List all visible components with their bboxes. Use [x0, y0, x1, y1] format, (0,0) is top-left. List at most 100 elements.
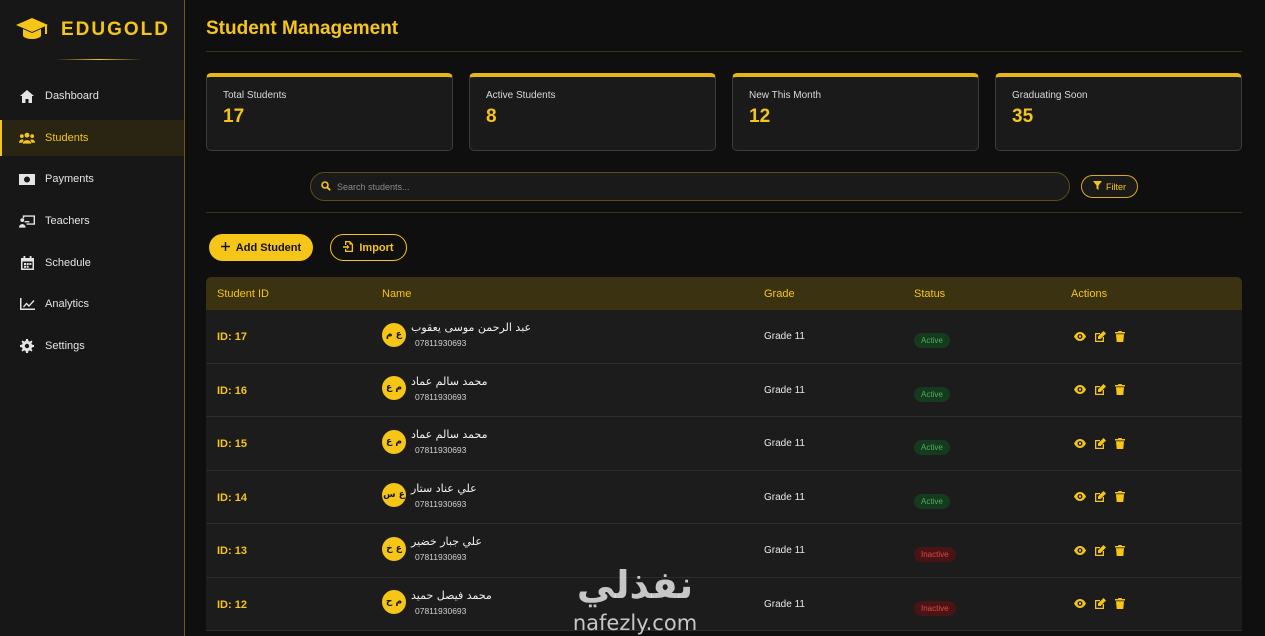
edit-icon[interactable] [1094, 437, 1106, 449]
teacher-icon [19, 213, 35, 229]
sidebar-item-teachers[interactable]: Teachers [0, 203, 184, 239]
table-header: Student ID Name Grade Status Actions [206, 277, 1242, 310]
edit-icon[interactable] [1094, 544, 1106, 556]
add-student-label: Add Student [235, 241, 302, 254]
import-button[interactable]: Import [330, 234, 407, 261]
status-badge: Active [914, 440, 950, 455]
student-name: علي عناد ستار [411, 481, 477, 495]
table-row[interactable]: ID: 12 م ح محمد فيصل حميد 07811930693 Grade … [206, 578, 1242, 631]
student-id: ID: 13 [217, 545, 247, 557]
student-grade: Grade 11 [764, 331, 805, 342]
name-cell: م ع محمد سالم عماد 07811930693 [382, 375, 488, 402]
view-icon[interactable] [1074, 384, 1086, 396]
header-grade[interactable]: Grade [764, 288, 795, 300]
view-icon[interactable] [1074, 544, 1086, 556]
filter-button[interactable]: Filter [1081, 175, 1138, 198]
stat-value: 12 [749, 106, 771, 127]
student-grade: Grade 11 [764, 491, 805, 503]
name-cell: م ح محمد فيصل حميد 07811930693 [382, 589, 492, 616]
divider [206, 212, 1242, 213]
table-row[interactable]: ID: 15 م ع محمد سالم عماد 07811930693 Grade … [206, 417, 1242, 471]
sidebar-item-settings[interactable]: Settings [0, 328, 184, 364]
student-phone: 07811930693 [415, 391, 467, 402]
sidebar: EDUGOLD Dashboard Students Payments Teac… [0, 0, 185, 636]
sidebar-item-students[interactable]: Students [0, 119, 184, 156]
search-input[interactable] [337, 181, 1037, 192]
student-id: ID: 14 [217, 491, 247, 504]
page-title: Student Management [206, 18, 399, 39]
table-row[interactable]: ID: 14 ع س علي عناد ستار 07811930693 Grade 1… [206, 471, 1242, 524]
edit-icon[interactable] [1094, 598, 1106, 610]
chart-line-icon [19, 296, 35, 312]
view-icon[interactable] [1074, 330, 1086, 342]
filter-label: Filter [1106, 181, 1126, 192]
status-badge: Active [914, 493, 950, 509]
sidebar-nav: Dashboard Students Payments Teachers Sch… [0, 78, 184, 370]
sidebar-item-payments[interactable]: Payments [0, 161, 184, 197]
view-icon[interactable] [1074, 437, 1086, 449]
plus-icon [220, 241, 230, 254]
table-row[interactable]: ID: 17 ع م عبد الرحمن موسى يعقوب 0781193069… [206, 310, 1242, 364]
watermark-arabic: نفذلي [577, 563, 693, 607]
avatar: م ح [382, 590, 406, 614]
status-cell: Active [914, 491, 950, 509]
status-cell: Inactive [914, 598, 956, 616]
divider [206, 51, 1242, 52]
status-badge: Active [914, 386, 950, 402]
trash-icon[interactable] [1114, 544, 1126, 556]
stat-label: Total Students [223, 90, 287, 101]
name-cell: م ع محمد سالم عماد 07811930693 [382, 428, 488, 455]
users-icon [19, 130, 35, 146]
student-phone: 07811930693 [415, 498, 467, 509]
row-actions [1074, 544, 1126, 556]
edit-icon[interactable] [1094, 384, 1106, 396]
watermark-latin: nafezly.com [573, 611, 697, 635]
file-import-icon [343, 240, 354, 255]
table-row[interactable]: ID: 13 ع خ علي جبار خضير 07811930693 Grade 1… [206, 524, 1242, 578]
student-phone: 07811930693 [415, 445, 467, 455]
trash-icon[interactable] [1114, 598, 1126, 610]
trash-icon[interactable] [1114, 437, 1126, 449]
stat-card-active-students: Active Students 8 [469, 73, 716, 151]
row-actions [1074, 384, 1126, 396]
header-name[interactable]: Name [382, 288, 411, 300]
filter-icon [1093, 181, 1102, 192]
table-row[interactable]: ID: 16 م ع محمد سالم عماد 07811930693 Grade … [206, 364, 1242, 417]
header-student-id[interactable]: Student ID [217, 288, 269, 300]
money-icon [19, 171, 35, 187]
add-student-button[interactable]: Add Student [209, 234, 313, 261]
search-icon [321, 178, 331, 196]
student-id: ID: 17 [217, 331, 247, 343]
trash-icon[interactable] [1114, 491, 1126, 503]
trash-icon[interactable] [1114, 384, 1126, 396]
stat-card-graduating-soon: Graduating Soon 35 [995, 73, 1242, 151]
sidebar-item-schedule[interactable]: Schedule [0, 245, 184, 281]
status-badge: Inactive [914, 547, 956, 562]
stat-card-total-students: Total Students 17 [206, 73, 453, 151]
trash-icon[interactable] [1114, 330, 1126, 342]
student-id: ID: 16 [217, 384, 247, 397]
stats-row: Total Students 17 Active Students 8 New … [206, 73, 1242, 151]
student-name: محمد سالم عماد [411, 428, 488, 441]
stat-value: 35 [1012, 106, 1034, 127]
avatar: م ع [382, 376, 406, 400]
edit-icon[interactable] [1094, 330, 1106, 342]
edit-icon[interactable] [1094, 491, 1106, 503]
sidebar-item-analytics[interactable]: Analytics [0, 286, 184, 322]
student-name: محمد فيصل حميد [411, 588, 492, 602]
status-cell: Active [914, 330, 950, 348]
calendar-icon [19, 255, 35, 271]
view-icon[interactable] [1074, 598, 1086, 610]
sidebar-item-label: Schedule [45, 256, 91, 269]
avatar: ع م [382, 322, 406, 347]
student-grade: Grade 11 [764, 545, 805, 556]
avatar: ع س [382, 483, 406, 507]
sidebar-item-dashboard[interactable]: Dashboard [0, 78, 184, 114]
view-icon[interactable] [1074, 491, 1086, 503]
student-name: علي جبار خضير [411, 535, 482, 548]
brand[interactable]: EDUGOLD [0, 0, 184, 60]
header-status[interactable]: Status [914, 288, 945, 300]
stat-value: 17 [223, 106, 245, 127]
student-phone: 07811930693 [415, 552, 467, 562]
avatar: ع خ [382, 536, 406, 561]
